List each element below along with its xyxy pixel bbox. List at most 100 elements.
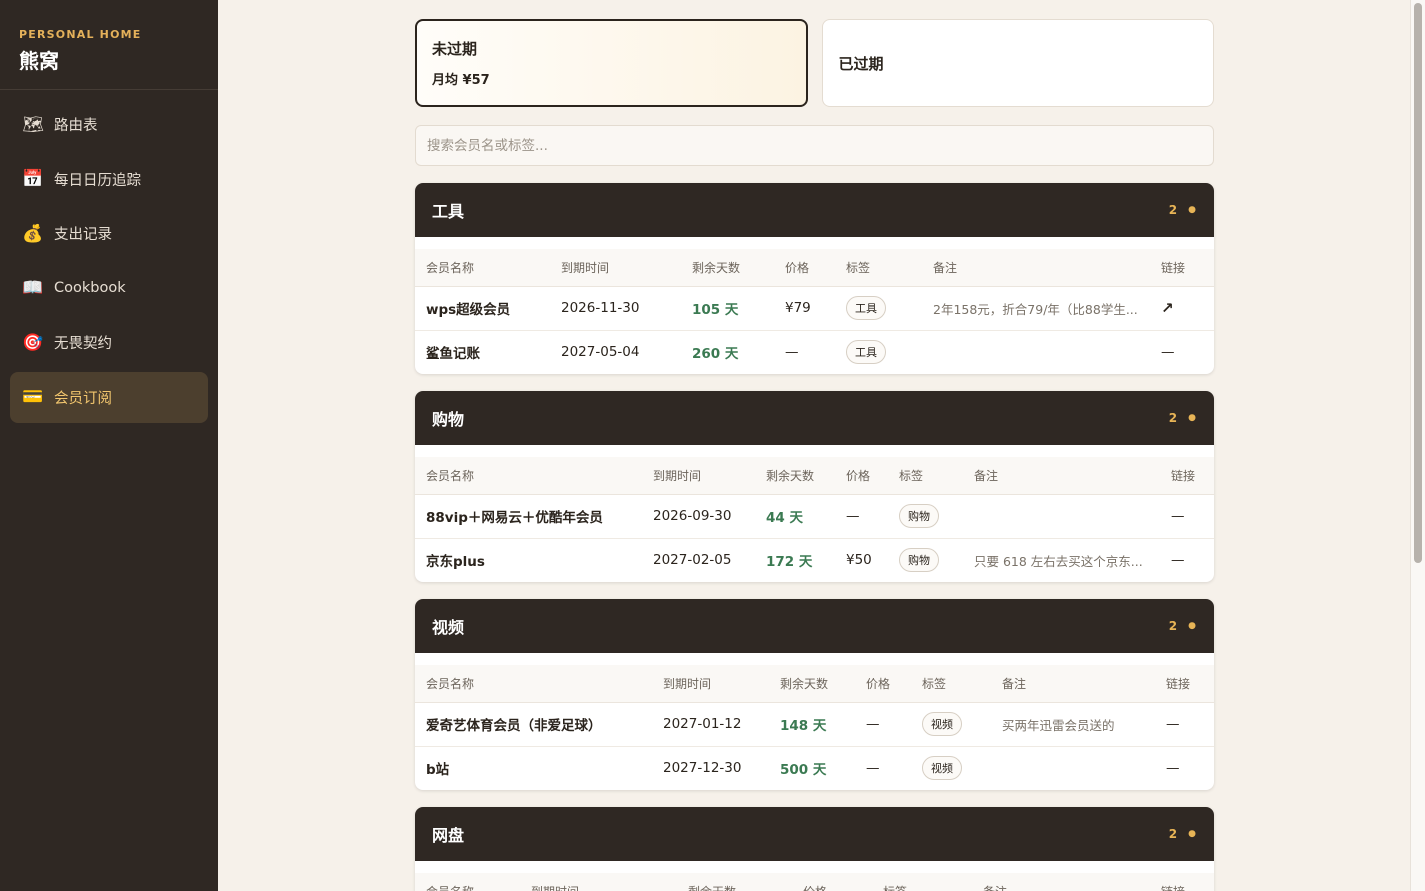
- book-icon: 📖: [22, 278, 44, 298]
- column-header[interactable]: 价格: [835, 457, 888, 495]
- collapse-dot-icon[interactable]: ●: [1188, 621, 1196, 631]
- column-header[interactable]: 备注: [922, 249, 1150, 287]
- column-header[interactable]: 备注: [991, 665, 1155, 703]
- brand: PERSONAL HOME 熊窝: [0, 0, 218, 90]
- table-row[interactable]: wps超级会员 2026-11-30 105 天 ¥79 工具 2年158元，折合79/年…: [415, 286, 1214, 331]
- column-header[interactable]: 会员名称: [415, 249, 550, 287]
- column-header[interactable]: 剩余天数: [769, 665, 855, 703]
- column-header[interactable]: 到期时间: [520, 873, 677, 891]
- subscription-name: 京东plus: [426, 554, 485, 571]
- sidebar: PERSONAL HOME 熊窝 🗺 路由表 📅 每日日历追踪 💰 支出记录 📖…: [0, 0, 218, 891]
- tag-badge[interactable]: 工具: [846, 296, 886, 320]
- table-row[interactable]: 88vip＋网易云＋优酷年会员 2026-09-30 44 天 — 购物 —: [415, 494, 1214, 539]
- column-header[interactable]: 价格: [774, 249, 835, 287]
- expiry-date: 2027-02-05: [653, 552, 732, 569]
- section-header[interactable]: 工具 2 ●: [415, 183, 1214, 237]
- link-empty: —: [1171, 508, 1185, 524]
- note: 2年158元，折合79/年（比88学生...: [922, 286, 1150, 331]
- column-header[interactable]: 到期时间: [642, 457, 755, 495]
- subscription-name: 鲨鱼记账: [426, 346, 480, 363]
- tag-badge[interactable]: 视频: [922, 712, 962, 736]
- tag-badge[interactable]: 视频: [922, 756, 962, 781]
- column-header[interactable]: 到期时间: [652, 665, 769, 703]
- collapse-dot-icon[interactable]: ●: [1188, 205, 1196, 215]
- link-empty: —: [1166, 716, 1180, 732]
- subscription-table: 会员名称 到期时间 剩余天数 价格 标签 备注 链接 爱奇艺体育会员（非爱足球） 2027-01…: [415, 665, 1214, 790]
- tag-cell: 购物: [888, 494, 963, 539]
- subscription-table: 会员名称 到期时间 剩余天数 价格 标签 备注 链接 wps超级会员 2026-11-30 105…: [415, 249, 1214, 374]
- price: —: [855, 702, 911, 747]
- column-header[interactable]: 剩余天数: [755, 457, 835, 495]
- sidebar-item-expenses[interactable]: 💰 支出记录: [10, 208, 208, 259]
- sidebar-item-label: 无畏契约: [54, 336, 112, 352]
- tag-badge[interactable]: 购物: [899, 548, 939, 573]
- column-header[interactable]: 会员名称: [415, 665, 652, 703]
- table-row[interactable]: 京东plus 2027-02-05 172 天 ¥50 购物 只要 618 左右去买这个京…: [415, 538, 1214, 582]
- expiry-date: 2026-09-30: [642, 494, 755, 539]
- note: 只要 618 左右去买这个京东...: [974, 553, 1143, 569]
- tag-cell: 工具: [835, 330, 922, 374]
- days-remaining: 105 天: [681, 286, 774, 331]
- table-header-row: 会员名称到期时间剩余天数价格标签备注链接: [415, 665, 1214, 703]
- column-header[interactable]: 标签: [888, 457, 963, 495]
- column-header[interactable]: 备注: [963, 457, 1160, 495]
- sidebar-item-subscriptions[interactable]: 💳 会员订阅: [10, 371, 208, 423]
- column-header[interactable]: 标签: [835, 249, 922, 287]
- search-input[interactable]: [427, 137, 1213, 154]
- price: ¥50: [846, 552, 872, 569]
- sidebar-item-calendar-tracking[interactable]: 📅 每日日历追踪: [10, 154, 208, 205]
- section-title: 购物: [432, 410, 465, 429]
- target-icon: 🎯: [22, 332, 44, 353]
- section-header[interactable]: 视频 2 ●: [415, 599, 1214, 653]
- link-cell: ↗: [1150, 286, 1214, 331]
- expired-filter-card[interactable]: 已过期: [821, 19, 1214, 107]
- table-row[interactable]: b站 2027-12-30 500 天 — 视频 —: [415, 746, 1214, 790]
- tag-badge[interactable]: 工具: [846, 340, 886, 365]
- column-header[interactable]: 标签: [872, 873, 972, 891]
- column-header[interactable]: 价格: [792, 873, 872, 891]
- column-header[interactable]: 价格: [855, 665, 911, 703]
- link-cell: —: [1160, 538, 1214, 582]
- section-header[interactable]: 购物 2 ●: [415, 391, 1214, 445]
- active-filter-card[interactable]: 未过期 月均 ¥57: [415, 19, 808, 107]
- column-header[interactable]: 链接: [1150, 249, 1214, 287]
- sidebar-item-valorant[interactable]: 🎯 无畏契约: [10, 317, 208, 368]
- collapse-dot-icon[interactable]: ●: [1188, 413, 1196, 423]
- price: ¥79: [774, 286, 835, 331]
- section-header[interactable]: 网盘 2 ●: [415, 807, 1214, 861]
- subscription-table: 会员名称 到期时间 剩余天数 价格 标签 备注 链接 88vip＋网易云＋优酷年会员 2026-…: [415, 457, 1214, 582]
- sidebar-item-cookbook[interactable]: 📖 Cookbook: [10, 263, 208, 314]
- page-scrollbar[interactable]: [1410, 0, 1425, 891]
- sidebar-item-route-table[interactable]: 🗺 路由表: [10, 99, 208, 150]
- days-remaining: 260 天: [692, 346, 739, 363]
- column-header[interactable]: 链接: [1150, 873, 1214, 891]
- external-link-icon[interactable]: ↗: [1161, 299, 1174, 317]
- section-title: 视频: [432, 618, 465, 637]
- link-cell: —: [1155, 746, 1214, 790]
- expiry-date: 2027-05-04: [561, 344, 640, 361]
- column-header[interactable]: 标签: [911, 665, 991, 703]
- column-header[interactable]: 到期时间: [550, 249, 681, 287]
- column-header[interactable]: 剩余天数: [681, 249, 774, 287]
- column-header[interactable]: 链接: [1160, 457, 1214, 495]
- price: —: [785, 344, 799, 361]
- note: [963, 494, 1160, 539]
- section-title: 工具: [432, 202, 465, 221]
- collapse-dot-icon[interactable]: ●: [1188, 829, 1196, 839]
- table-header-row: 会员名称到期时间剩余天数价格标签备注链接: [415, 873, 1214, 891]
- credit-card-icon: 💳: [22, 387, 44, 407]
- column-header[interactable]: 剩余天数: [677, 873, 792, 891]
- column-header[interactable]: 会员名称: [415, 873, 520, 891]
- scrollbar-thumb[interactable]: [1414, 3, 1422, 563]
- subscription-name: 爱奇艺体育会员（非爱足球）: [415, 702, 652, 747]
- section-count: 2 ●: [1169, 619, 1196, 633]
- table-row[interactable]: 鲨鱼记账 2027-05-04 260 天 — 工具 —: [415, 330, 1214, 374]
- days-remaining: 148 天: [769, 702, 855, 747]
- monthly-average: 月均 ¥57: [432, 73, 490, 88]
- table-row[interactable]: 爱奇艺体育会员（非爱足球） 2027-01-12 148 天 — 视频 买两年迅雷会员送的…: [415, 702, 1214, 747]
- column-header[interactable]: 会员名称: [415, 457, 642, 495]
- column-header[interactable]: 链接: [1155, 665, 1214, 703]
- column-header[interactable]: 备注: [972, 873, 1150, 891]
- note: [922, 330, 1150, 374]
- tag-badge[interactable]: 购物: [899, 504, 939, 528]
